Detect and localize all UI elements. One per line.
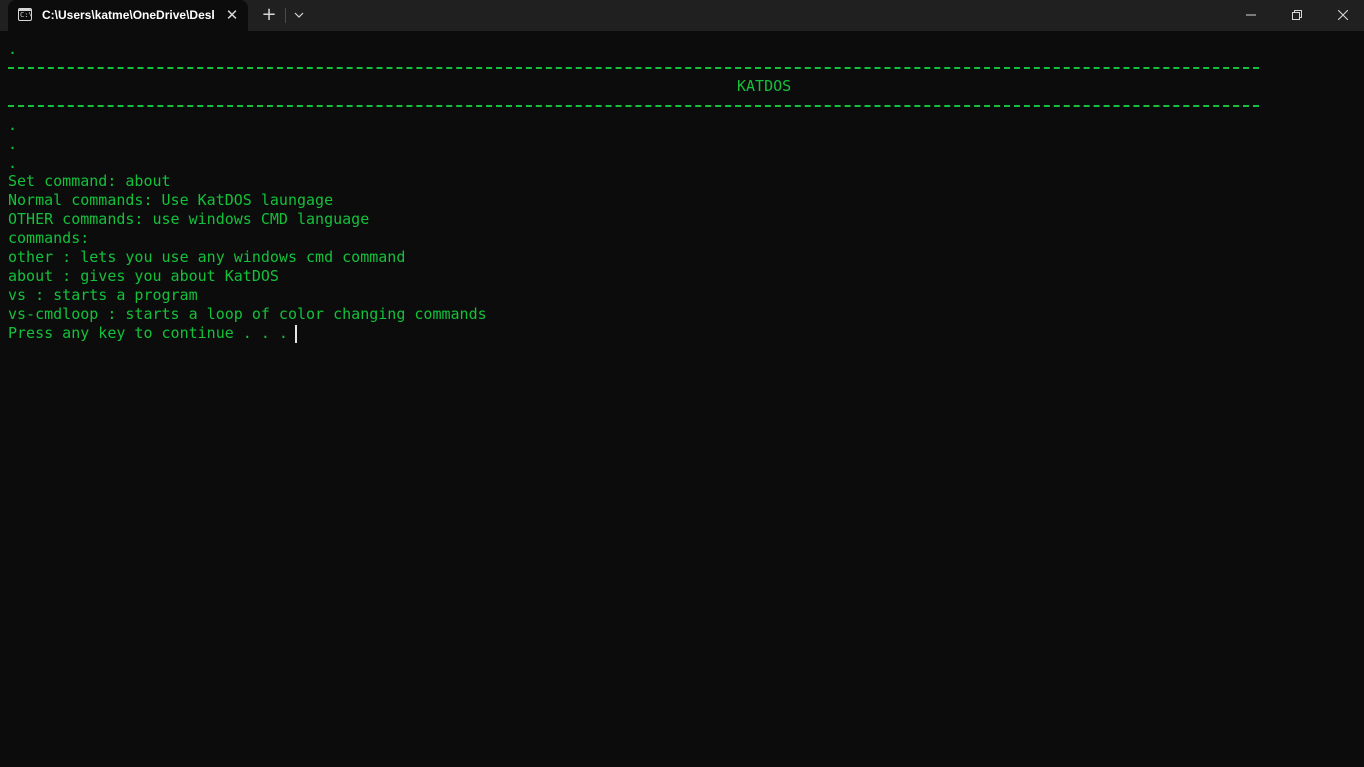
terminal-line: commands:	[8, 229, 90, 247]
close-icon[interactable]: ✕	[222, 5, 242, 25]
banner-rule-bottom	[8, 105, 1259, 107]
restore-icon	[1292, 10, 1302, 20]
minimize-button[interactable]	[1228, 0, 1274, 31]
terminal-dot: .	[8, 40, 18, 58]
banner-rule-top	[8, 67, 1259, 69]
text-cursor	[295, 325, 297, 343]
terminal-line: Set command: about	[8, 172, 171, 190]
terminal-line: vs-cmdloop : starts a loop of color chan…	[8, 305, 487, 323]
close-button[interactable]	[1320, 0, 1364, 31]
terminal-output[interactable]: . KATDOS . . . Set command: about Normal…	[0, 31, 1364, 767]
terminal-icon: C:\	[18, 8, 32, 21]
tab-separator	[285, 8, 286, 23]
maximize-button[interactable]	[1274, 0, 1320, 31]
minimize-icon	[1246, 14, 1256, 16]
tab-title: C:\Users\katme\OneDrive\Desktop	[42, 8, 214, 22]
banner-title: KATDOS	[737, 77, 792, 95]
terminal-line: Normal commands: Use KatDOS laungage	[8, 191, 334, 209]
chevron-down-icon[interactable]	[289, 4, 309, 26]
terminal-line: vs : starts a program	[8, 286, 198, 304]
terminal-dot: .	[8, 116, 18, 134]
terminal-dot: .	[8, 154, 18, 172]
plus-icon[interactable]: +	[258, 4, 280, 26]
terminal-line: about : gives you about KatDOS	[8, 267, 279, 285]
terminal-prompt: Press any key to continue . . .	[8, 324, 297, 342]
terminal-line: OTHER commands: use windows CMD language	[8, 210, 370, 228]
terminal-line: other : lets you use any windows cmd com…	[8, 248, 406, 266]
terminal-tab[interactable]: C:\ C:\Users\katme\OneDrive\Desktop ✕	[8, 0, 248, 31]
close-icon	[1338, 10, 1348, 20]
title-bar: C:\ C:\Users\katme\OneDrive\Desktop ✕ +	[0, 0, 1364, 31]
terminal-dot: .	[8, 135, 18, 153]
